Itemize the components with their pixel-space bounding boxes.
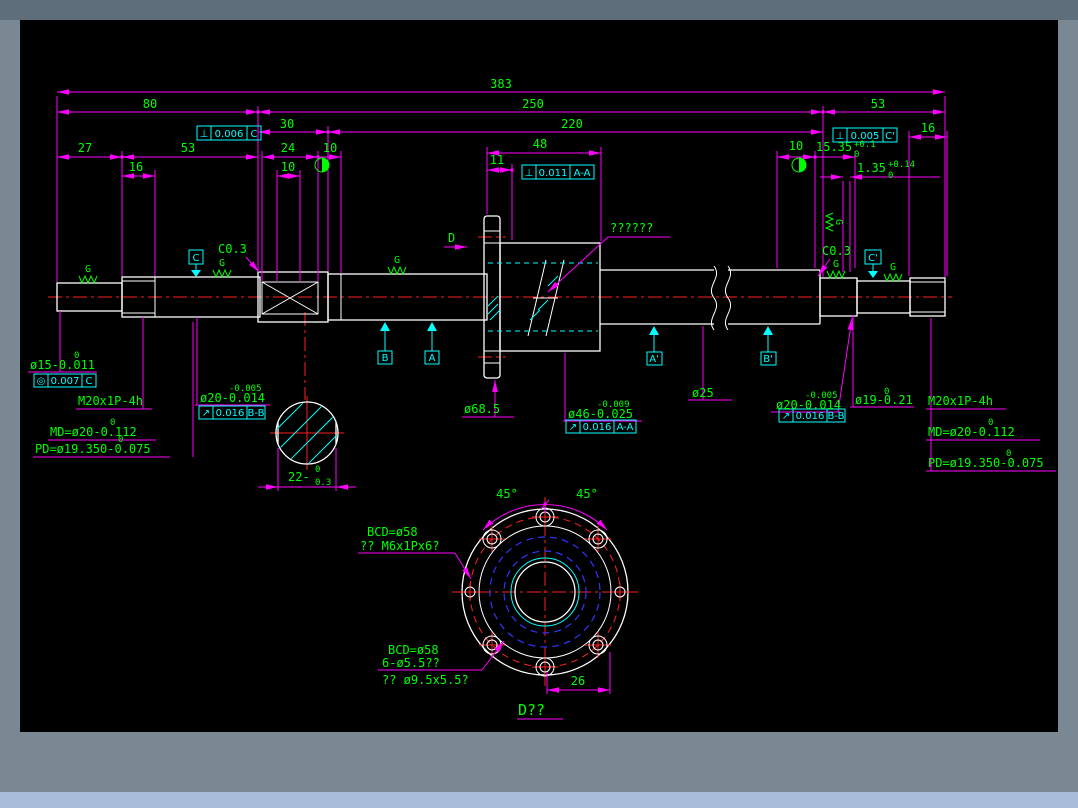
svg-text:+0.14: +0.14 <box>888 160 915 170</box>
dim-10a: 10 <box>323 141 337 155</box>
svg-text:0.016: 0.016 <box>216 408 245 419</box>
svg-text:B-B: B-B <box>828 411 845 422</box>
pd-left-label: PD=ø19.350-0.075 <box>35 442 151 456</box>
dim-53: 53 <box>871 97 885 111</box>
svg-text:0: 0 <box>854 150 859 160</box>
cad-viewer-window: ⊥ 0.006 C ⊥ 0.005 C' ⊥ 0.011 A-A ◎ 0.007… <box>0 0 1078 808</box>
dim-48: 48 <box>533 137 547 151</box>
svg-text:+0.1: +0.1 <box>854 140 876 150</box>
svg-text:C: C <box>86 376 93 387</box>
dim-80: 80 <box>143 97 157 111</box>
dia20-right-label: ø20-0.014 <box>776 398 841 412</box>
perpendicularity-icon: ⊥ <box>525 168 534 179</box>
svg-text:C': C' <box>885 131 895 142</box>
pd-right-label: PD=ø19.350-0.075 <box>928 456 1044 470</box>
svg-text:G: G <box>833 219 844 225</box>
tol-frame-perpendicularity-left: ⊥ 0.006 C <box>197 126 261 140</box>
concentricity-icon: ◎ <box>37 376 46 387</box>
dim-53b: 53 <box>181 141 195 155</box>
dia19-label: ø19-0.21 <box>855 393 913 407</box>
tol-frame-runout-mid: ↗ 0.016 A-A <box>566 420 636 433</box>
angle-45-right: 45° <box>576 487 598 501</box>
callout-unknown: ?????? <box>610 221 653 235</box>
svg-text:15.35: 15.35 <box>816 140 852 154</box>
svg-text:G: G <box>890 262 896 273</box>
svg-text:G: G <box>833 259 839 270</box>
tap-note-label: ?? M6x1Px6? <box>360 539 439 553</box>
chamfer-right-label: C0.3 <box>822 244 851 258</box>
dim-11: 11 <box>490 153 504 167</box>
svg-text:A': A' <box>649 354 659 365</box>
view-d-title: D?? <box>518 701 545 719</box>
dim-24: 24 <box>281 141 295 155</box>
svg-text:0.3: 0.3 <box>315 478 331 488</box>
perpendicularity-icon: ⊥ <box>200 129 209 140</box>
svg-text:G: G <box>394 255 400 266</box>
svg-text:B: B <box>382 353 389 364</box>
cbore-note-label: ?? ø9.5x5.5? <box>382 673 469 687</box>
dim-26: 26 <box>571 674 585 688</box>
svg-text:B-B: B-B <box>248 408 265 419</box>
svg-text:C': C' <box>868 253 878 264</box>
svg-text:A: A <box>429 353 436 364</box>
top-border-bar <box>0 0 1078 20</box>
bcd-bottom-label: BCD=ø58 <box>388 643 439 657</box>
md-right-label: MD=ø20-0.112 <box>928 425 1015 439</box>
dim-220: 220 <box>561 117 583 131</box>
dim-16-right: 16 <box>921 121 935 135</box>
tol-frame-perpendicularity-mid: ⊥ 0.011 A-A <box>522 165 594 179</box>
svg-text:G: G <box>85 264 91 275</box>
dia25-label: ø25 <box>692 386 714 400</box>
svg-text:22-: 22- <box>288 470 310 484</box>
runout-icon: ↗ <box>569 422 577 433</box>
dim-250: 250 <box>522 97 544 111</box>
svg-text:0.016: 0.016 <box>583 422 612 433</box>
runout-icon: ↗ <box>782 411 790 422</box>
svg-text:0.006: 0.006 <box>215 129 244 140</box>
thread-left-label: M20x1P-4h <box>78 394 143 408</box>
dim-30: 30 <box>280 117 294 131</box>
chamfer-left-label: C0.3 <box>218 242 247 256</box>
dim-27: 27 <box>78 141 92 155</box>
svg-text:0: 0 <box>888 171 893 181</box>
svg-text:G: G <box>219 258 225 269</box>
bcd-top-label: BCD=ø58 <box>367 525 418 539</box>
svg-text:0.007: 0.007 <box>51 376 80 387</box>
dia68-label: ø68.5 <box>464 402 500 416</box>
cad-drawing-canvas: ⊥ 0.006 C ⊥ 0.005 C' ⊥ 0.011 A-A ◎ 0.007… <box>0 0 1078 808</box>
dim-10b: 10 <box>281 160 295 174</box>
dia15-label: ø15-0.011 <box>30 358 95 372</box>
svg-text:0: 0 <box>315 465 320 475</box>
tol-frame-runout-left: ↗ 0.016 B-B <box>199 406 265 419</box>
dim-16-left: 16 <box>129 160 143 174</box>
view-direction-label: D <box>448 231 455 245</box>
thread-right-label: M20x1P-4h <box>928 394 993 408</box>
svg-text:B': B' <box>763 354 773 365</box>
svg-text:C: C <box>251 129 258 140</box>
tol-frame-concentricity: ◎ 0.007 C <box>34 374 96 387</box>
dia20-left-label: ø20-0.014 <box>200 391 265 405</box>
bottom-strip <box>0 792 1078 808</box>
svg-text:A-A: A-A <box>574 168 591 179</box>
hole-note-label: 6-ø5.5?? <box>382 656 440 670</box>
runout-icon: ↗ <box>202 408 210 419</box>
angle-45-left: 45° <box>496 487 518 501</box>
svg-text:1.35: 1.35 <box>857 161 886 175</box>
svg-text:C: C <box>193 253 200 264</box>
dim-383: 383 <box>490 77 512 91</box>
dim-10-right: 10 <box>789 139 803 153</box>
dia46-label: ø46-0.025 <box>568 407 633 421</box>
svg-text:A-A: A-A <box>617 422 634 433</box>
svg-text:0.011: 0.011 <box>539 168 568 179</box>
md-left-label: MD=ø20-0.112 <box>50 425 137 439</box>
svg-text:0.016: 0.016 <box>796 411 825 422</box>
